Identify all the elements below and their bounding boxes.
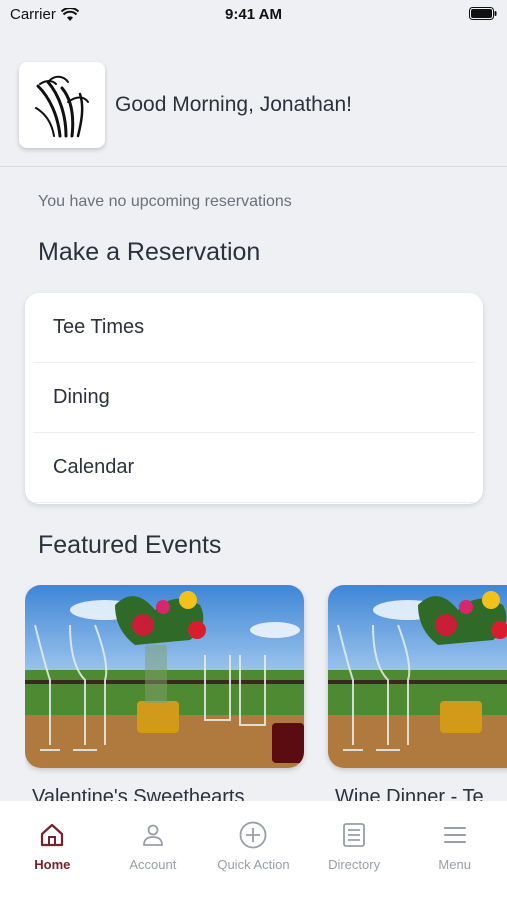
greeting-text: Good Morning, Jonathan! <box>115 93 352 116</box>
wheat-grass-logo-icon <box>35 75 89 138</box>
person-icon <box>142 824 163 846</box>
tab-label: Home <box>34 857 71 872</box>
plus-circle-icon <box>240 821 267 849</box>
reservation-item-tee-times[interactable]: Tee Times <box>33 293 475 363</box>
menu-icon <box>443 827 466 843</box>
tab-directory[interactable]: Directory <box>304 819 404 900</box>
clock: 9:41 AM <box>225 6 282 23</box>
tab-label: Account <box>129 857 177 872</box>
reservation-item-label: Tee Times <box>53 316 145 338</box>
club-logo <box>19 62 105 148</box>
header-divider <box>0 166 507 167</box>
tab-menu[interactable]: Menu <box>405 819 505 900</box>
tab-bar: Home Account Quick Action Directory Menu <box>0 801 507 900</box>
reservation-item-label: Dining <box>53 386 110 408</box>
reservation-item-dining[interactable]: Dining <box>33 363 475 433</box>
featured-events-title: Featured Events <box>38 531 222 559</box>
event-card[interactable]: Valentine's Sweethearts <box>25 585 304 801</box>
event-image <box>328 585 507 768</box>
tab-label: Quick Action <box>217 857 290 872</box>
status-bar: Carrier 9:41 AM <box>0 0 507 30</box>
reservation-options-card: Tee Times Dining Calendar <box>25 293 483 504</box>
event-card[interactable]: Wine Dinner - Te <box>328 585 507 801</box>
battery-icon <box>469 7 497 20</box>
tab-quick-action[interactable]: Quick Action <box>203 819 303 900</box>
no-reservations-message: You have no upcoming reservations <box>38 193 292 210</box>
event-image <box>25 585 304 768</box>
make-reservation-title: Make a Reservation <box>38 238 261 266</box>
tab-account[interactable]: Account <box>103 819 203 900</box>
reservation-item-calendar[interactable]: Calendar <box>33 433 475 503</box>
tab-label: Directory <box>328 857 381 872</box>
directory-icon <box>343 823 365 847</box>
reservation-item-label: Calendar <box>53 456 135 478</box>
event-title: Valentine's Sweethearts <box>32 786 245 801</box>
tab-label: Menu <box>438 857 471 872</box>
featured-events-carousel[interactable]: Valentine's Sweethearts Wine Dinner - Te <box>25 585 507 801</box>
event-title: Wine Dinner - Te <box>335 786 484 801</box>
home-icon <box>41 823 64 847</box>
header: Good Morning, Jonathan! <box>19 62 507 148</box>
tab-home[interactable]: Home <box>2 819 102 900</box>
